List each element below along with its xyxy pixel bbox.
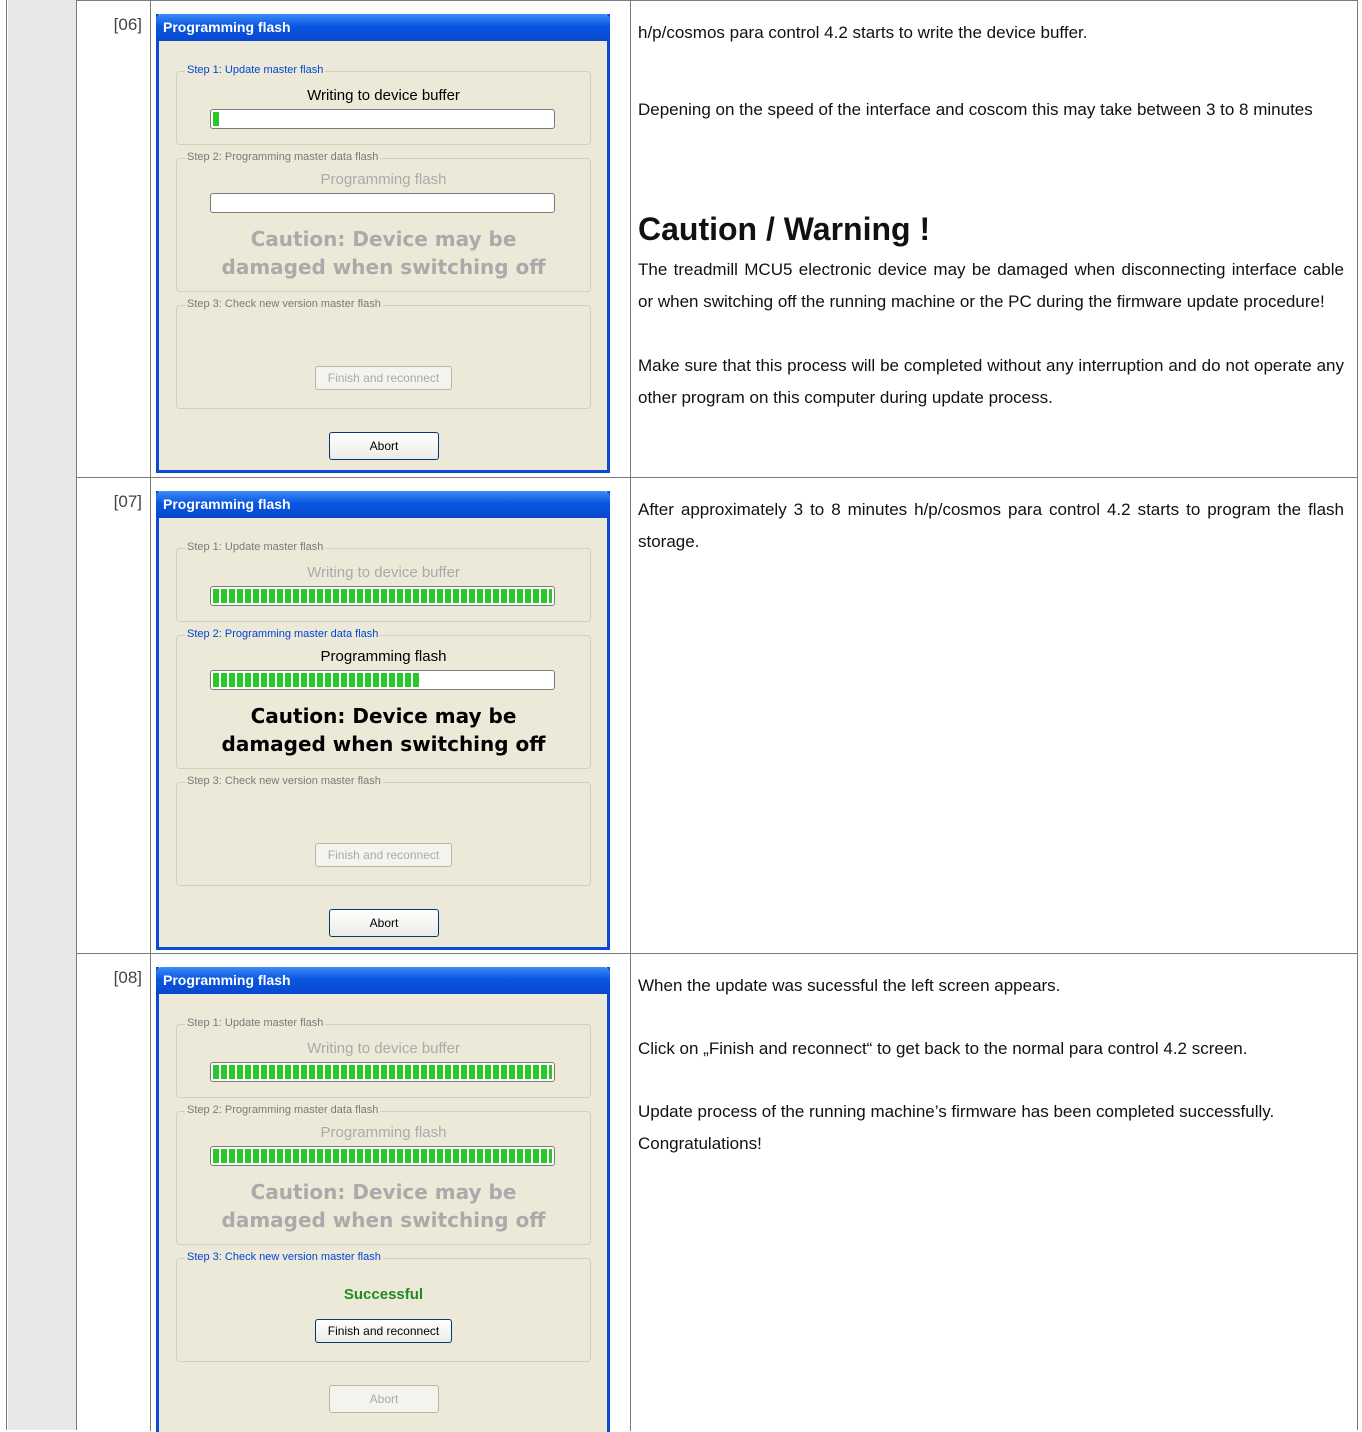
warning-paragraph: Make sure that this process will be comp…: [638, 356, 1344, 407]
abort-button[interactable]: Abort: [329, 909, 439, 937]
step1-group: Step 1: Update master flash Writing to d…: [176, 541, 591, 622]
step3-group: Step 3: Check new version master flash F…: [176, 775, 591, 886]
step1-text: Writing to device buffer: [307, 1040, 460, 1057]
step2-group: Step 2: Programming master data flash Pr…: [176, 1104, 591, 1245]
step2-text: Programming flash: [320, 648, 447, 665]
progress-fill: [213, 1065, 552, 1079]
progress-fill: [213, 1149, 552, 1163]
step1-label: Step 1: Update master flash: [185, 64, 326, 76]
row-number: [06]: [113, 15, 142, 34]
description-paragraph: After approximately 3 to 8 minutes h/p/c…: [638, 500, 1344, 551]
step1-label: Step 1: Update master flash: [185, 1017, 326, 1029]
programming-flash-window: Programming flash Step 1: Update master …: [156, 967, 610, 1432]
window-titlebar: Programming flash: [156, 967, 610, 994]
row-number: [07]: [113, 492, 142, 511]
success-status: Successful: [343, 1286, 424, 1303]
caution-text: Caution: Device may be damaged when swit…: [221, 704, 546, 756]
step3-label: Step 3: Check new version master flash: [185, 775, 383, 787]
screenshot-cell: Programming flash Step 1: Update master …: [150, 1, 631, 478]
programming-flash-window: Programming flash Step 1: Update master …: [156, 491, 610, 950]
progress-fill: [213, 589, 552, 603]
step1-text: Writing to device buffer: [307, 564, 460, 581]
screenshot-cell: Programming flash Step 1: Update master …: [150, 478, 631, 954]
description-cell: After approximately 3 to 8 minutes h/p/c…: [630, 478, 1356, 954]
warning-paragraph: The treadmill MCU5 electronic device may…: [638, 260, 1344, 311]
description-paragraph: Update process of the running machine’s …: [638, 1102, 1275, 1153]
description-paragraph: When the update was sucessful the left s…: [638, 976, 1061, 995]
description-paragraph: h/p/cosmos para control 4.2 starts to wr…: [638, 23, 1088, 42]
abort-button[interactable]: Abort: [329, 1385, 439, 1413]
step1-progress-bar: [210, 586, 555, 606]
step2-progress-bar: [210, 670, 555, 690]
document-table: [06] Programming flash Step 1: Update ma…: [6, 0, 1358, 1432]
step1-progress-bar: [210, 109, 555, 129]
step3-label: Step 3: Check new version master flash: [185, 298, 383, 310]
window-titlebar: Programming flash: [156, 14, 610, 41]
step1-group: Step 1: Update master flash Writing to d…: [176, 64, 591, 145]
warning-heading: Caution / Warning !: [638, 211, 931, 247]
row-number: [08]: [113, 968, 142, 987]
screenshot-cell: Programming flash Step 1: Update master …: [150, 954, 631, 1432]
description-paragraph: Depening on the speed of the interface a…: [638, 100, 1313, 119]
window-title: Programming flash: [163, 19, 291, 35]
step2-progress-bar: [210, 1146, 555, 1166]
step1-label: Step 1: Update master flash: [185, 541, 326, 553]
window-titlebar: Programming flash: [156, 491, 610, 518]
table-row: [07] Programming flash Step 1: Update ma…: [77, 477, 1357, 954]
caution-text: Caution: Device may be damaged when swit…: [221, 1180, 546, 1232]
step2-label: Step 2: Programming master data flash: [185, 628, 381, 640]
finish-and-reconnect-button[interactable]: Finish and reconnect: [315, 366, 452, 390]
step2-group: Step 2: Programming master data flash Pr…: [176, 628, 591, 769]
description-cell: When the update was sucessful the left s…: [630, 954, 1356, 1431]
abort-button[interactable]: Abort: [329, 432, 439, 460]
step2-label: Step 2: Programming master data flash: [185, 1104, 381, 1116]
step2-progress-bar: [210, 193, 555, 213]
progress-fill: [213, 673, 420, 687]
step2-label: Step 2: Programming master data flash: [185, 151, 381, 163]
step2-group: Step 2: Programming master data flash Pr…: [176, 151, 591, 292]
step3-group: Step 3: Check new version master flash F…: [176, 298, 591, 409]
table-row: [08] Programming flash Step 1: Update ma…: [77, 953, 1357, 1432]
left-margin-column: [8, 0, 77, 1430]
window-title: Programming flash: [163, 972, 291, 988]
step1-text: Writing to device buffer: [307, 87, 460, 104]
step3-label: Step 3: Check new version master flash: [185, 1251, 383, 1263]
description-cell: h/p/cosmos para control 4.2 starts to wr…: [630, 1, 1356, 478]
caution-text: Caution: Device may be damaged when swit…: [221, 227, 546, 279]
step1-progress-bar: [210, 1062, 555, 1082]
step2-text: Programming flash: [320, 1124, 447, 1141]
finish-and-reconnect-button[interactable]: Finish and reconnect: [315, 843, 452, 867]
window-title: Programming flash: [163, 496, 291, 512]
step3-group: Step 3: Check new version master flash S…: [176, 1251, 591, 1362]
programming-flash-window: Programming flash Step 1: Update master …: [156, 14, 610, 473]
description-paragraph: Click on „Finish and reconnect“ to get b…: [638, 1039, 1248, 1058]
step2-text: Programming flash: [320, 171, 447, 188]
step1-group: Step 1: Update master flash Writing to d…: [176, 1017, 591, 1098]
finish-and-reconnect-button[interactable]: Finish and reconnect: [315, 1319, 452, 1343]
progress-fill: [213, 112, 220, 126]
table-row: [06] Programming flash Step 1: Update ma…: [77, 0, 1357, 478]
